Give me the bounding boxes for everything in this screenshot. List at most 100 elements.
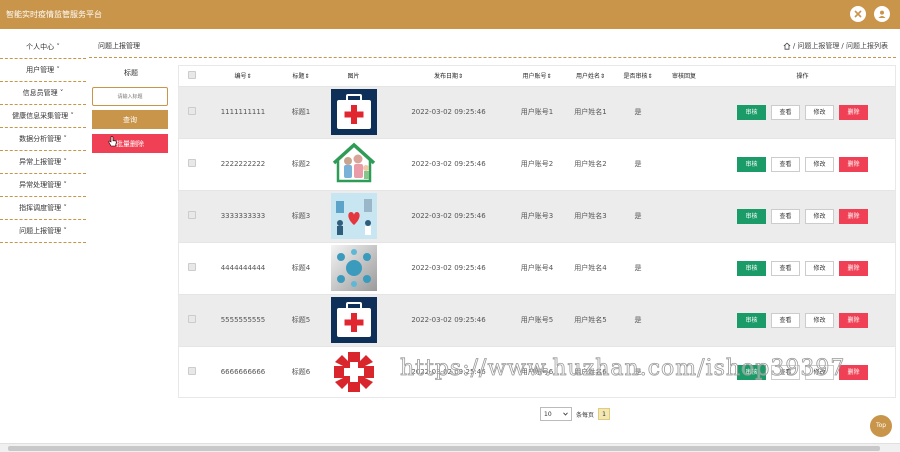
medical-icons-image — [330, 245, 377, 291]
cell-name: 用户姓名3 — [574, 212, 607, 220]
row-checkbox[interactable] — [188, 367, 196, 376]
sidebar-item-user-management[interactable]: 用户管理 ˅ — [0, 59, 86, 82]
review-button[interactable]: 审核 — [737, 312, 766, 328]
cell-reply — [658, 190, 710, 242]
user-icon[interactable] — [874, 6, 890, 22]
hospital-care-image — [330, 193, 377, 239]
view-button[interactable]: 查看 — [771, 312, 800, 328]
sidebar-item-personal-center[interactable]: 个人中心 ˅ — [0, 36, 86, 59]
column-header-title[interactable]: 标题⇕ — [281, 66, 321, 86]
cell-title: 标题2 — [291, 160, 311, 168]
cell-reply — [658, 138, 710, 190]
sidebar-item-data-analysis[interactable]: 数据分析管理 ˅ — [0, 128, 86, 151]
row-checkbox[interactable] — [188, 107, 196, 115]
view-button[interactable]: 查看 — [771, 208, 800, 224]
cell-reviewed: 是 — [634, 316, 642, 324]
cell-image — [321, 86, 386, 138]
page-size-select[interactable]: 10 — [540, 407, 572, 421]
sidebar-item-health-info[interactable]: 健康信息采集管理 ˅ — [0, 105, 86, 128]
cell-title: 标题5 — [291, 316, 311, 324]
back-to-top-button[interactable]: Top — [870, 415, 892, 437]
cell-date: 2022-03-02 09:25:46 — [411, 316, 486, 324]
sidebar-item-problem-report[interactable]: 问题上报管理 ˅ — [0, 220, 86, 243]
cell-reviewed: 是 — [634, 212, 642, 220]
cell-reply — [658, 86, 710, 138]
edit-button[interactable]: 修改 — [805, 208, 834, 224]
sidebar-item-anomaly-handling[interactable]: 异常处理管理 ˅ — [0, 174, 86, 197]
close-icon[interactable] — [850, 6, 866, 22]
home-icon[interactable] — [783, 42, 791, 50]
title-search-input[interactable] — [92, 87, 168, 106]
column-header-name[interactable]: 用户姓名⇕ — [563, 66, 618, 86]
breadcrumb-problem-management[interactable]: / 问题上报管理 — [793, 41, 840, 51]
cell-reviewed: 是 — [634, 108, 642, 116]
delete-button[interactable]: 删除 — [839, 260, 868, 276]
sidebar-item-anomaly-report[interactable]: 异常上报管理 ˅ — [0, 151, 86, 174]
search-panel: 标题 查询 批量删除 — [92, 66, 170, 153]
delete-button[interactable]: 删除 — [839, 104, 868, 120]
view-button[interactable]: 查看 — [771, 156, 800, 172]
row-checkbox[interactable] — [188, 263, 196, 271]
sidebar-item-informant-management[interactable]: 信息员管理 ˅ — [0, 82, 86, 105]
horizontal-scrollbar[interactable] — [0, 443, 900, 452]
page-title: 问题上报管理 — [98, 42, 140, 50]
table-row: 1111111111 标题1 2022-03-02 09:25:46 用户账号1 用户姓… — [179, 86, 895, 138]
view-button[interactable]: 查看 — [771, 260, 800, 276]
review-button[interactable]: 审核 — [737, 260, 766, 276]
row-checkbox[interactable] — [188, 159, 196, 167]
app-title: 智能实时疫情监管服务平台 — [6, 10, 102, 19]
column-header-account[interactable]: 用户账号⇕ — [511, 66, 563, 86]
column-header-date[interactable]: 发布日期⇕ — [386, 66, 511, 86]
scrollbar-thumb[interactable] — [8, 446, 880, 451]
batch-delete-button[interactable]: 批量删除 — [92, 134, 168, 153]
review-button[interactable]: 审核 — [737, 156, 766, 172]
edit-button[interactable]: 修改 — [805, 156, 834, 172]
cell-image — [321, 138, 386, 190]
hand-cursor-icon — [108, 136, 117, 149]
cell-name: 用户姓名1 — [574, 108, 607, 116]
query-button[interactable]: 查询 — [92, 110, 168, 129]
cell-image — [321, 294, 386, 346]
delete-button[interactable]: 删除 — [839, 156, 868, 172]
cell-title: 标题1 — [291, 108, 311, 116]
row-checkbox[interactable] — [188, 211, 196, 219]
column-header-id[interactable]: 编号⇕ — [205, 66, 281, 86]
table-row: 5555555555 标题5 2022-03-02 09:25:46 用户账号5 用户姓… — [179, 294, 895, 346]
family-home-image — [330, 141, 377, 187]
cell-name: 用户姓名2 — [574, 160, 607, 168]
select-all-checkbox[interactable] — [188, 70, 196, 79]
page-number-1[interactable]: 1 — [598, 408, 611, 420]
delete-button[interactable]: 删除 — [839, 312, 868, 328]
edit-button[interactable]: 修改 — [805, 104, 834, 120]
medical-kit-image — [330, 89, 377, 135]
cell-title: 标题6 — [291, 368, 311, 377]
breadcrumb-problem-list: / 问题上报列表 — [841, 42, 888, 50]
watermark: https://www.huzhan.com/ishop39397 — [400, 356, 846, 382]
cell-reviewed: 是 — [634, 264, 642, 272]
edit-button[interactable]: 修改 — [805, 260, 834, 276]
cell-date: 2022-03-02 09:25:46 — [411, 160, 486, 168]
column-header-image: 图片 — [347, 73, 360, 81]
column-header-actions: 操作 — [796, 73, 809, 81]
cell-name: 用户姓名5 — [574, 316, 607, 324]
cell-account: 用户账号2 — [520, 160, 554, 168]
review-button[interactable]: 审核 — [737, 208, 766, 224]
problem-report-table: 编号⇕ 标题⇕ 图片 发布日期⇕ 用户账号⇕ 用户姓名⇕ 是否审核⇕ 审核回复 … — [179, 66, 895, 398]
edit-button[interactable]: 修改 — [805, 312, 834, 328]
cell-date: 2022-03-02 09:25:46 — [411, 264, 486, 272]
column-header-reviewed[interactable]: 是否审核⇕ — [618, 66, 658, 86]
cell-reviewed: 是 — [634, 160, 642, 168]
row-checkbox[interactable] — [188, 315, 196, 323]
cell-id: 5555555555 — [220, 316, 266, 324]
cell-reply — [658, 294, 710, 346]
cell-date: 2022-03-02 09:25:46 — [411, 108, 486, 116]
cell-id: 2222222222 — [220, 160, 266, 168]
review-button[interactable]: 审核 — [737, 104, 766, 120]
sidebar-item-dispatch[interactable]: 指挥调度管理 ˅ — [0, 197, 86, 220]
cell-account: 用户账号1 — [520, 108, 554, 116]
delete-button[interactable]: 删除 — [839, 208, 868, 224]
per-page-label: 条每页 — [576, 411, 595, 419]
view-button[interactable]: 查看 — [771, 104, 800, 120]
cell-id: 3333333333 — [220, 212, 266, 220]
top-bar: 智能实时疫情监管服务平台 — [0, 0, 900, 29]
